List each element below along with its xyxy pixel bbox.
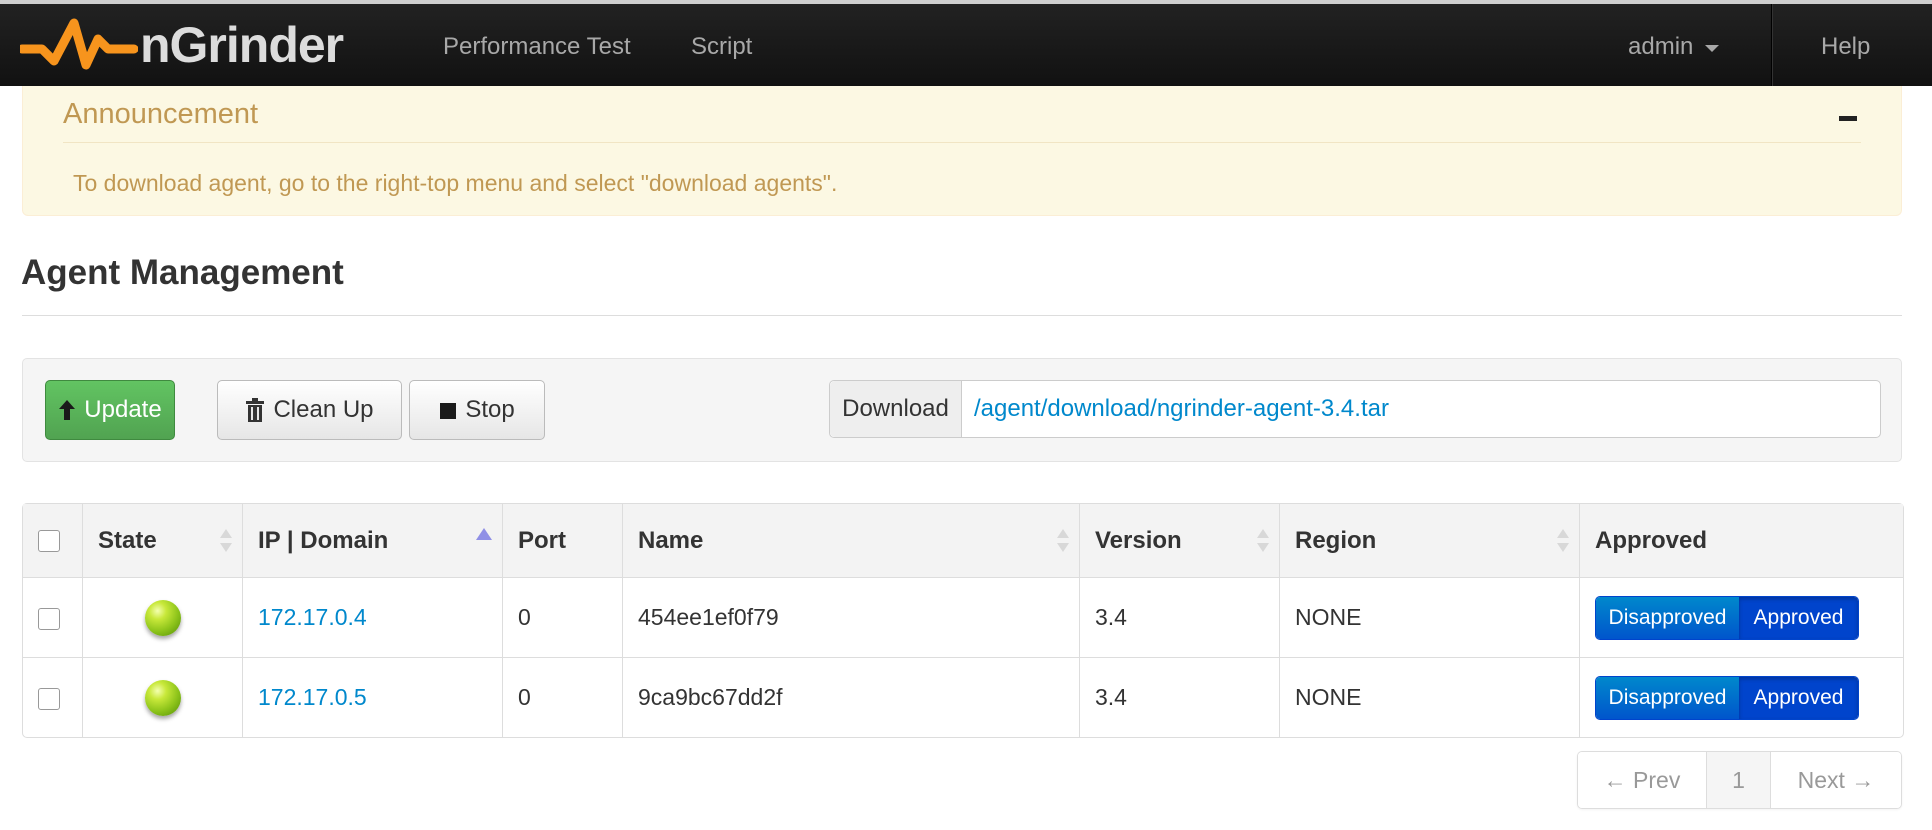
approve-button[interactable]: Approved	[1739, 596, 1858, 639]
header-label: Name	[638, 526, 704, 554]
row-select-cell	[23, 577, 82, 657]
header-label: IP | Domain	[258, 526, 389, 554]
sort-icon	[1057, 529, 1069, 555]
next-page-button[interactable]: Next →	[1770, 752, 1901, 808]
agent-ip-link[interactable]: 172.17.0.4	[258, 604, 367, 630]
download-agent-link[interactable]: /agent/download/ngrinder-agent-3.4.tar	[962, 381, 1389, 437]
disapprove-button[interactable]: Disapproved	[1596, 676, 1739, 719]
download-addon-label: Download	[830, 381, 962, 437]
nav-script[interactable]: Script	[691, 33, 752, 61]
header-label: Region	[1295, 526, 1377, 554]
ip-cell: 172.17.0.4	[242, 577, 502, 657]
cleanup-label: Clean Up	[273, 396, 374, 423]
download-input-group: Download /agent/download/ngrinder-agent-…	[829, 380, 1881, 438]
disapprove-button[interactable]: Disapproved	[1596, 596, 1739, 639]
header-label: Version	[1095, 526, 1182, 554]
prev-page-button[interactable]: ← Prev	[1578, 752, 1706, 808]
trash-icon	[245, 398, 265, 422]
arrow-up-icon	[58, 399, 76, 421]
sort-icon	[1257, 529, 1269, 555]
row-checkbox[interactable]	[38, 687, 60, 710]
row-select-cell	[23, 657, 82, 737]
status-green-icon	[144, 599, 181, 636]
sort-icon	[220, 529, 232, 555]
stop-button[interactable]: Stop	[409, 380, 545, 440]
version-cell: 3.4	[1079, 657, 1279, 737]
announcement-message: To download agent, go to the right-top m…	[73, 170, 838, 196]
ip-cell: 172.17.0.5	[242, 657, 502, 737]
cleanup-button[interactable]: Clean Up	[217, 380, 402, 440]
user-menu-label: admin	[1628, 33, 1694, 60]
stop-label: Stop	[465, 396, 515, 423]
brand-name: nGrinder	[140, 17, 344, 73]
update-label: Update	[84, 396, 162, 423]
nav-performance-test[interactable]: Performance Test	[443, 33, 631, 61]
column-header-version[interactable]: Version	[1079, 504, 1279, 577]
select-all-cell	[23, 504, 82, 577]
column-header-state[interactable]: State	[82, 504, 242, 577]
nav-divider	[1771, 4, 1772, 86]
approve-button[interactable]: Approved	[1739, 676, 1858, 719]
approved-cell: Disapproved Approved	[1579, 657, 1903, 737]
column-header-name[interactable]: Name	[622, 504, 1079, 577]
column-header-region[interactable]: Region	[1279, 504, 1579, 577]
chevron-down-icon	[1705, 44, 1720, 52]
nav-help[interactable]: Help	[1821, 33, 1870, 61]
version-cell: 3.4	[1079, 577, 1279, 657]
table-row: 172.17.0.5 0 9ca9bc67dd2f 3.4 NONE Disap…	[23, 657, 1903, 737]
brand-logo[interactable]: nGrinder	[20, 4, 380, 86]
region-cell: NONE	[1279, 577, 1579, 657]
agent-toolbar: Update Clean Up Stop Download /agent/dow…	[22, 358, 1902, 462]
page-number-current[interactable]: 1	[1706, 752, 1770, 808]
pagination: ← Prev 1 Next →	[1577, 751, 1902, 809]
header-label: Port	[518, 526, 566, 554]
header-label: State	[98, 526, 157, 554]
collapse-icon[interactable]	[1839, 116, 1857, 121]
table-row: 172.17.0.4 0 454ee1ef0f79 3.4 NONE Disap…	[23, 577, 1903, 657]
ngrinder-wave-icon	[20, 18, 138, 70]
header-label: Approved	[1595, 526, 1708, 554]
column-header-ip[interactable]: IP | Domain	[242, 504, 502, 577]
page-title: Agent Management	[21, 253, 344, 292]
select-all-checkbox[interactable]	[38, 530, 60, 553]
status-green-icon	[144, 679, 181, 716]
stop-icon	[439, 401, 457, 419]
agent-ip-link[interactable]: 172.17.0.5	[258, 684, 367, 710]
port-cell: 0	[502, 657, 622, 737]
port-cell: 0	[502, 577, 622, 657]
table-header-row: State IP | Domain Port Name Version Regi…	[23, 504, 1903, 577]
title-divider	[22, 315, 1902, 316]
state-cell	[82, 657, 242, 737]
agent-table: State IP | Domain Port Name Version Regi…	[22, 503, 1904, 738]
column-header-approved: Approved	[1579, 504, 1903, 577]
top-navbar: nGrinder Performance Test Script admin H…	[0, 0, 1932, 86]
region-cell: NONE	[1279, 657, 1579, 737]
announcement-divider	[63, 142, 1861, 143]
announcement-panel: Announcement To download agent, go to th…	[22, 86, 1902, 216]
name-cell: 9ca9bc67dd2f	[622, 657, 1079, 737]
update-button[interactable]: Update	[45, 380, 175, 440]
name-cell: 454ee1ef0f79	[622, 577, 1079, 657]
announcement-title: Announcement	[63, 98, 259, 130]
approval-toggle: Disapproved Approved	[1595, 595, 1859, 640]
column-header-port: Port	[502, 504, 622, 577]
row-checkbox[interactable]	[38, 607, 60, 630]
approval-toggle: Disapproved Approved	[1595, 675, 1859, 720]
sort-ascending-icon	[476, 528, 492, 540]
approved-cell: Disapproved Approved	[1579, 577, 1903, 657]
user-menu-dropdown[interactable]: admin	[1628, 33, 1720, 61]
state-cell	[82, 577, 242, 657]
sort-icon	[1557, 529, 1569, 555]
